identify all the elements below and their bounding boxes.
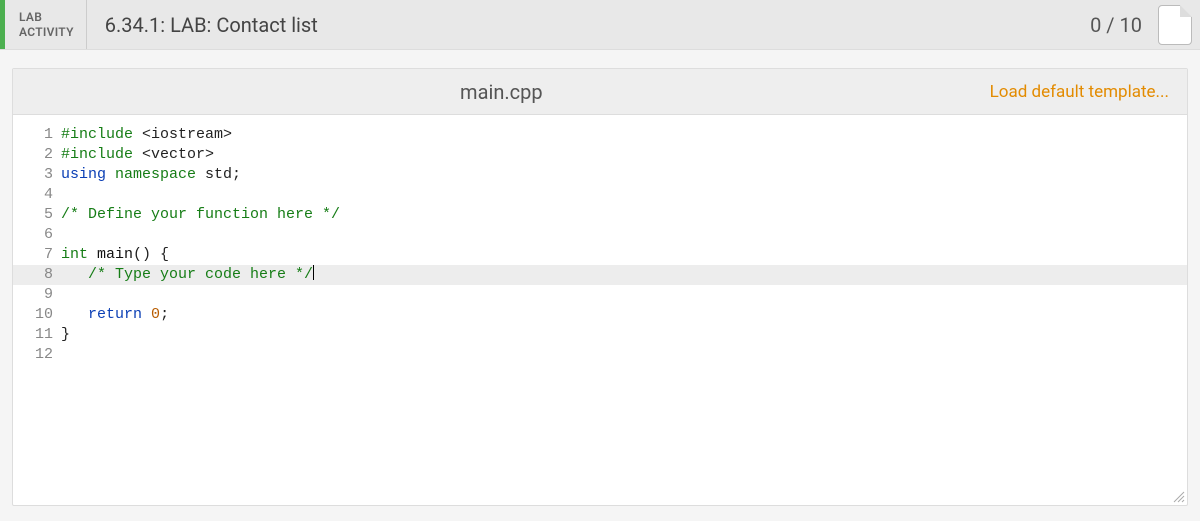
score-display: 0 / 10 bbox=[1090, 0, 1154, 49]
code-editor[interactable]: 1#include <iostream> 2#include <vector> … bbox=[13, 115, 1187, 365]
bookmark-button[interactable] bbox=[1158, 5, 1192, 45]
line-number: 10 bbox=[13, 305, 61, 325]
line-number: 7 bbox=[13, 245, 61, 265]
line-number: 9 bbox=[13, 285, 61, 305]
code-line: 9 bbox=[13, 285, 1187, 305]
badge-line-2: ACTIVITY bbox=[19, 25, 74, 39]
code-line: 4 bbox=[13, 185, 1187, 205]
line-number: 8 bbox=[13, 265, 61, 285]
code-line: 2#include <vector> bbox=[13, 145, 1187, 165]
code-line: 7int main() { bbox=[13, 245, 1187, 265]
line-number: 5 bbox=[13, 205, 61, 225]
code-line: 5/* Define your function here */ bbox=[13, 205, 1187, 225]
line-number: 4 bbox=[13, 185, 61, 205]
line-number: 3 bbox=[13, 165, 61, 185]
code-line: 6 bbox=[13, 225, 1187, 245]
lab-header: LAB ACTIVITY 6.34.1: LAB: Contact list 0… bbox=[0, 0, 1200, 50]
filename-label: main.cpp bbox=[13, 80, 990, 104]
code-line: 3using namespace std; bbox=[13, 165, 1187, 185]
line-number: 1 bbox=[13, 125, 61, 145]
editor-header: main.cpp Load default template... bbox=[13, 69, 1187, 115]
line-number: 12 bbox=[13, 345, 61, 365]
line-number: 2 bbox=[13, 145, 61, 165]
load-default-template-link[interactable]: Load default template... bbox=[990, 82, 1187, 102]
resize-handle-icon[interactable] bbox=[1171, 489, 1185, 503]
line-number: 6 bbox=[13, 225, 61, 245]
lab-title: 6.34.1: LAB: Contact list bbox=[87, 0, 1090, 49]
editor-panel: main.cpp Load default template... 1#incl… bbox=[12, 68, 1188, 506]
code-line-active: 8 /* Type your code here */ bbox=[13, 265, 1187, 285]
code-line: 12 bbox=[13, 345, 1187, 365]
text-cursor bbox=[313, 265, 314, 280]
code-line: 11} bbox=[13, 325, 1187, 345]
lab-activity-badge: LAB ACTIVITY bbox=[5, 0, 87, 49]
code-line: 1#include <iostream> bbox=[13, 125, 1187, 145]
line-number: 11 bbox=[13, 325, 61, 345]
badge-line-1: LAB bbox=[19, 10, 74, 24]
code-line: 10 return 0; bbox=[13, 305, 1187, 325]
